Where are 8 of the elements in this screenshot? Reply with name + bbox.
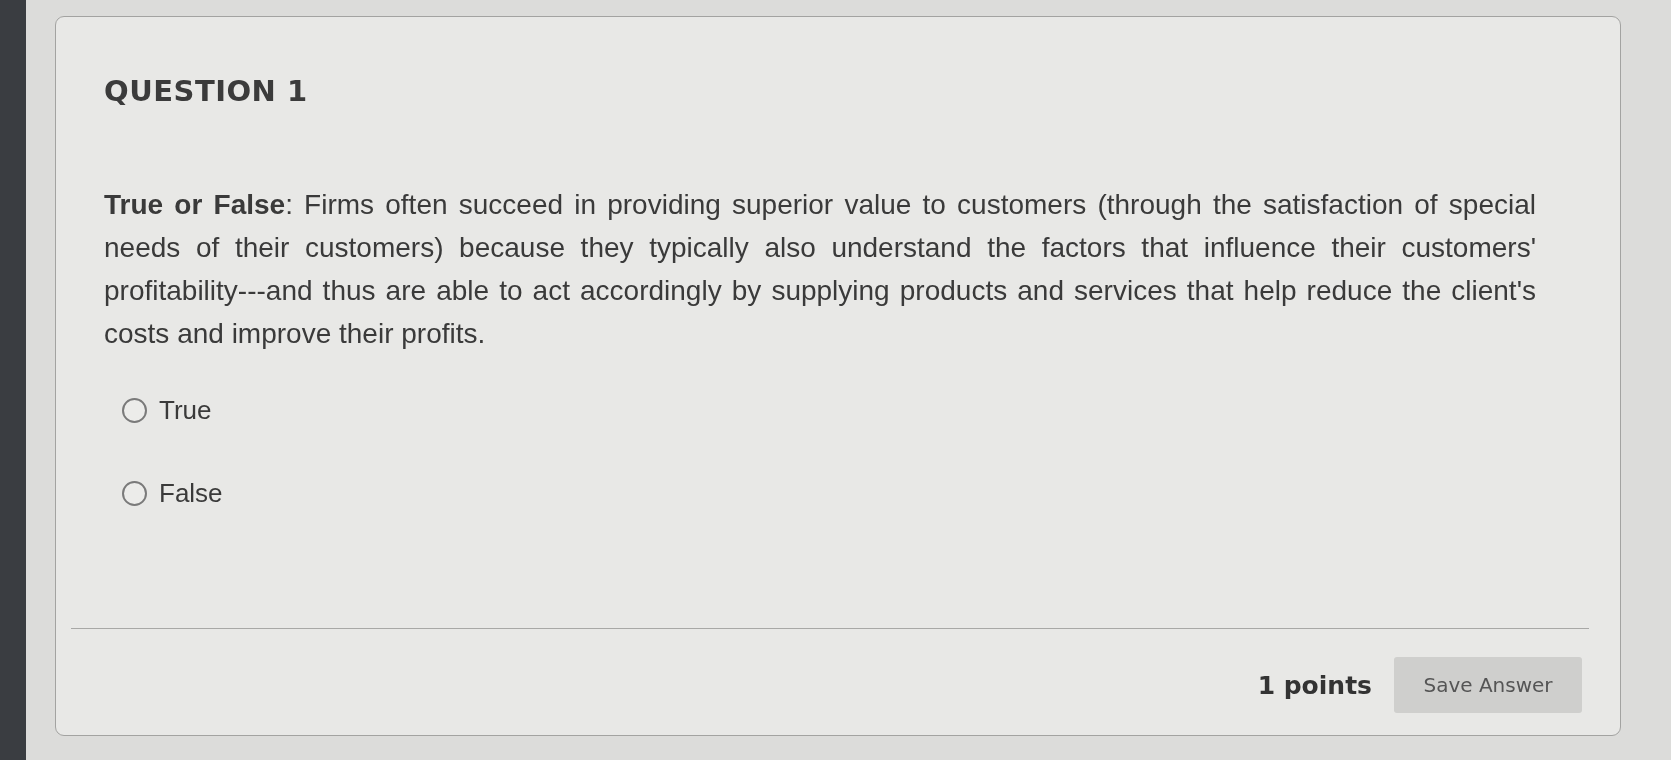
radio-button[interactable]: [122, 397, 147, 423]
option-label: False: [159, 478, 223, 508]
option-label: True: [159, 395, 212, 425]
save-answer-button[interactable]: Save Answer: [1394, 657, 1582, 713]
radio-button[interactable]: [122, 480, 147, 506]
question-text: True or False: Firms often succeed in providing superior value to customers (through the satisfaction of special needs of their customers) because they typically also understand the factors that influence their customers' profitability---and thus are able to act accordingly by supplying products and services that help reduce the client's costs and improve their profits.: [104, 188, 1536, 351]
question-title: QUESTION 1: [104, 73, 309, 109]
points-label: 1 points: [1257, 670, 1372, 700]
